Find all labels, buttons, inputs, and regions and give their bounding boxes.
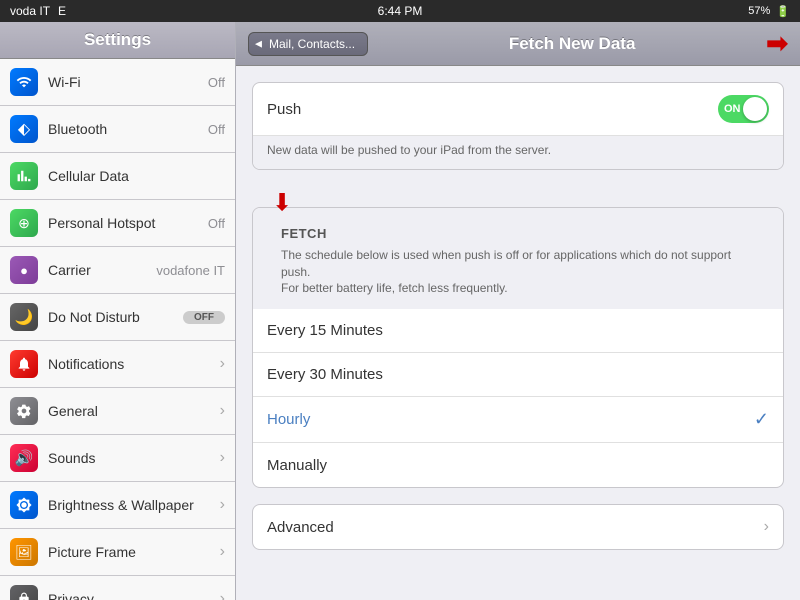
wifi-value: Off <box>208 75 225 90</box>
sidebar-item-wifi[interactable]: Wi-Fi Off <box>0 59 235 106</box>
sidebar-item-sounds[interactable]: 🔊 Sounds › <box>0 435 235 482</box>
brightness-icon <box>10 491 38 519</box>
battery-icon: 🔋 <box>776 5 790 18</box>
back-button[interactable]: Mail, Contacts... <box>248 32 368 56</box>
sidebar-item-dnd[interactable]: 🌙 Do Not Disturb OFF <box>0 294 235 341</box>
privacy-icon <box>10 585 38 600</box>
fetch-header-area: Fetch The schedule below is used when pu… <box>253 208 783 309</box>
sidebar-item-carrier[interactable]: ● Carrier vodafone IT <box>0 247 235 294</box>
fetch-option-15min[interactable]: Every 15 Minutes <box>253 309 783 353</box>
push-toggle[interactable]: ON <box>718 95 769 123</box>
bt-label: Bluetooth <box>48 121 208 137</box>
picture-arrow: › <box>220 543 225 561</box>
fetch-section-header: Fetch <box>267 218 769 245</box>
picture-icon: 🖼 <box>10 538 38 566</box>
sidebar-item-privacy[interactable]: Privacy › <box>0 576 235 600</box>
status-bar: voda IT E 6:44 PM 57% 🔋 <box>0 0 800 22</box>
push-toggle-knob <box>743 97 767 121</box>
status-left: voda IT E <box>10 4 66 18</box>
sidebar-item-hotspot[interactable]: ⊕ Personal Hotspot Off <box>0 200 235 247</box>
sounds-label: Sounds <box>48 450 216 466</box>
battery-level: 57% <box>748 5 770 17</box>
brightness-label: Brightness & Wallpaper <box>48 497 216 513</box>
bt-value: Off <box>208 122 225 137</box>
sidebar-item-bluetooth[interactable]: ⬖ Bluetooth Off <box>0 106 235 153</box>
dnd-icon: 🌙 <box>10 303 38 331</box>
push-card: Push ON New data will be pushed to your … <box>252 82 784 170</box>
dnd-label: Do Not Disturb <box>48 309 183 325</box>
sidebar-title: Settings <box>0 22 235 59</box>
general-icon <box>10 397 38 425</box>
content-title: Fetch New Data <box>378 34 766 54</box>
sidebar-item-notifications[interactable]: Notifications › <box>0 341 235 388</box>
brightness-arrow: › <box>220 496 225 514</box>
notifications-arrow: › <box>220 355 225 373</box>
cellular-label: Cellular Data <box>48 168 225 184</box>
hotspot-icon: ⊕ <box>10 209 38 237</box>
cellular-icon <box>10 162 38 190</box>
carrier-label: Carrier <box>48 262 156 278</box>
general-label: General <box>48 403 216 419</box>
advanced-arrow: › <box>764 518 769 536</box>
wifi-icon <box>10 68 38 96</box>
main-container: Settings Wi-Fi Off ⬖ Bluetooth Off Cellu… <box>0 22 800 600</box>
status-right: 57% 🔋 <box>748 5 790 18</box>
hotspot-label: Personal Hotspot <box>48 215 208 231</box>
sidebar-item-picture[interactable]: 🖼 Picture Frame › <box>0 529 235 576</box>
fetch-manually-label: Manually <box>267 457 769 474</box>
push-toggle-label: ON <box>724 103 741 115</box>
dnd-toggle[interactable]: OFF <box>183 311 225 324</box>
sidebar-item-general[interactable]: General › <box>0 388 235 435</box>
wifi-label: Wi-Fi <box>48 74 208 90</box>
advanced-label: Advanced <box>267 519 760 536</box>
bluetooth-icon: ⬖ <box>10 115 38 143</box>
carrier-label: voda IT <box>10 4 50 18</box>
fetch-hourly-checkmark: ✓ <box>754 409 769 430</box>
fetch-30min-label: Every 30 Minutes <box>267 366 769 383</box>
advanced-card: Advanced › <box>252 504 784 550</box>
general-arrow: › <box>220 402 225 420</box>
push-row: Push ON <box>253 83 783 136</box>
notifications-label: Notifications <box>48 356 216 372</box>
picture-label: Picture Frame <box>48 544 216 560</box>
fetch-option-hourly[interactable]: Hourly ✓ <box>253 397 783 443</box>
fetch-option-manually[interactable]: Manually <box>253 443 783 487</box>
sounds-icon: 🔊 <box>10 444 38 472</box>
fetch-card: Fetch The schedule below is used when pu… <box>252 207 784 488</box>
status-time: 6:44 PM <box>378 4 423 18</box>
fetch-option-30min[interactable]: Every 30 Minutes <box>253 353 783 397</box>
fetch-hourly-label: Hourly <box>267 411 754 428</box>
privacy-label: Privacy <box>48 591 216 600</box>
content-area: Mail, Contacts... Fetch New Data ➡ Push … <box>236 22 800 600</box>
privacy-arrow: › <box>220 590 225 600</box>
header-red-arrow: ➡ <box>766 28 788 59</box>
notifications-icon <box>10 350 38 378</box>
carrier-icon: ● <box>10 256 38 284</box>
push-description: New data will be pushed to your iPad fro… <box>253 136 783 169</box>
advanced-row[interactable]: Advanced › <box>253 505 783 549</box>
sidebar-item-cellular[interactable]: Cellular Data <box>0 153 235 200</box>
content-header: Mail, Contacts... Fetch New Data ➡ <box>236 22 800 66</box>
network-type: E <box>58 4 66 18</box>
hotspot-value: Off <box>208 216 225 231</box>
sounds-arrow: › <box>220 449 225 467</box>
push-label: Push <box>267 101 718 118</box>
carrier-value: vodafone IT <box>156 263 225 278</box>
sidebar: Settings Wi-Fi Off ⬖ Bluetooth Off Cellu… <box>0 22 236 600</box>
sidebar-item-brightness[interactable]: Brightness & Wallpaper › <box>0 482 235 529</box>
fetch-15min-label: Every 15 Minutes <box>267 322 769 339</box>
fetch-description: The schedule below is used when push is … <box>267 245 769 307</box>
red-arrow-annotation: ⬆ <box>272 186 784 215</box>
content-body: Push ON New data will be pushed to your … <box>236 66 800 600</box>
